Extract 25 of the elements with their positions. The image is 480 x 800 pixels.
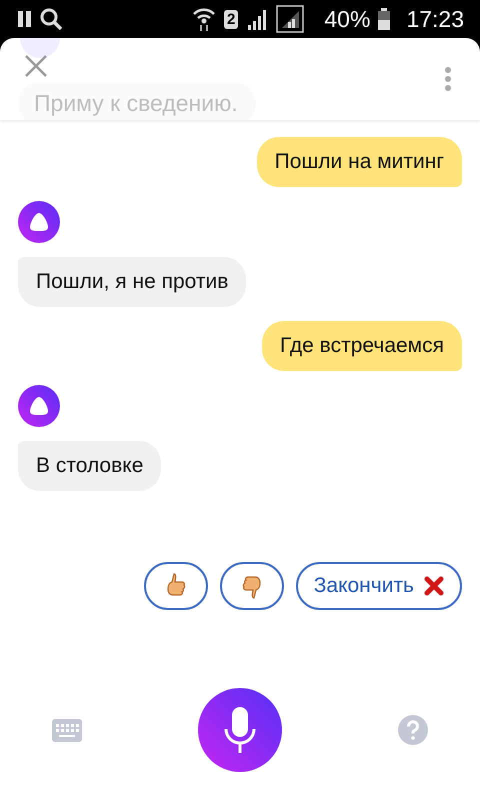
faded-message: Приму к сведению.: [18, 82, 256, 120]
close-icon[interactable]: [24, 54, 48, 78]
dislike-button[interactable]: [220, 562, 284, 610]
microphone-icon: [223, 705, 257, 755]
user-message: Где встречаемся: [262, 321, 462, 371]
user-message: Пошли на митинг: [256, 137, 462, 187]
like-button[interactable]: [144, 562, 208, 610]
battery-percent: 40%: [324, 6, 370, 32]
sim-badge: 2: [224, 10, 238, 28]
assistant-message: В столовке: [18, 441, 162, 491]
assistant-avatar-icon: [18, 385, 60, 427]
assistant-avatar-icon: [18, 201, 60, 243]
battery-icon: [378, 8, 390, 30]
more-icon[interactable]: [444, 67, 452, 91]
signal-icon: [276, 5, 304, 33]
search-icon: [40, 8, 62, 30]
assistant-message: Пошли, я не против: [18, 257, 246, 307]
end-button[interactable]: Закончить: [296, 562, 462, 610]
wifi-icon: [192, 6, 216, 32]
pause-icon: [18, 11, 32, 27]
help-icon[interactable]: [398, 715, 428, 745]
clock-time: 17:23: [406, 6, 464, 32]
keyboard-icon[interactable]: [52, 718, 82, 742]
close-icon: [424, 576, 444, 596]
signal-icon: [246, 8, 268, 30]
